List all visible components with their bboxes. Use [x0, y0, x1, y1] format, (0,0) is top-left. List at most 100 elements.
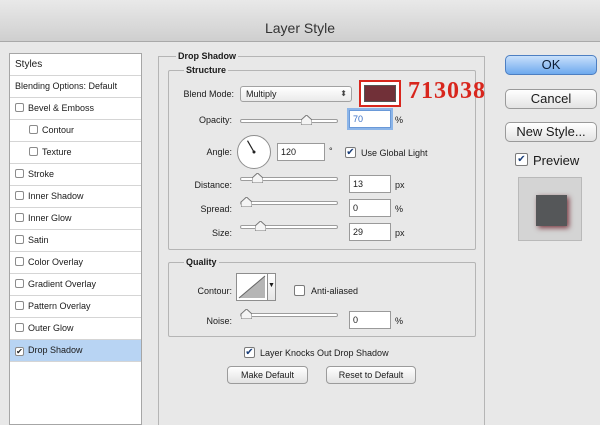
styles-list-item-label: Outer Glow: [28, 323, 74, 333]
checkbox-icon[interactable]: [15, 191, 24, 200]
opacity-field[interactable]: 70: [349, 110, 391, 128]
styles-list-item-label: Inner Shadow: [28, 191, 84, 201]
styles-list-item-label: Blending Options: Default: [15, 81, 118, 91]
distance-unit: px: [395, 180, 405, 190]
window-title: Layer Style: [264, 20, 336, 36]
styles-list-item-blending-options-default[interactable]: Blending Options: Default: [10, 76, 141, 98]
checkbox-icon[interactable]: [15, 103, 24, 112]
shadow-color-swatch-frame: [359, 80, 401, 107]
checkbox-icon[interactable]: [29, 147, 38, 156]
styles-list-item-label: Color Overlay: [28, 257, 84, 267]
styles-list-item-label: Gradient Overlay: [28, 279, 97, 289]
styles-list-item-inner-glow[interactable]: Inner Glow: [10, 208, 141, 230]
checkmark-icon: ✔: [346, 147, 355, 158]
styles-list-item-bevel-emboss[interactable]: Bevel & Emboss: [10, 98, 141, 120]
contour-curve-icon[interactable]: [236, 273, 268, 301]
opacity-slider[interactable]: [240, 115, 338, 125]
opacity-label: Opacity:: [198, 115, 232, 125]
size-unit: px: [395, 228, 405, 238]
angle-dial-icon[interactable]: [237, 135, 271, 169]
checkbox-icon[interactable]: [15, 301, 24, 310]
contour-label: Contour:: [197, 286, 232, 296]
new-style-button[interactable]: New Style...: [505, 122, 597, 142]
shadow-color-swatch[interactable]: [364, 85, 396, 102]
styles-list-item-satin[interactable]: Satin: [10, 230, 141, 252]
slider-thumb-icon[interactable]: [252, 173, 264, 183]
styles-list-item-label: Satin: [28, 235, 49, 245]
styles-list-item-label: Bevel & Emboss: [28, 103, 95, 113]
styles-list-item-label: Pattern Overlay: [28, 301, 91, 311]
contour-dropdown[interactable]: ▼: [268, 273, 276, 301]
size-slider[interactable]: [240, 221, 338, 231]
blend-mode-value: Multiply: [246, 89, 277, 99]
spread-slider[interactable]: [240, 197, 338, 207]
layer-knocks-out-checkbox[interactable]: ✔: [244, 347, 255, 358]
angle-label: Angle:: [206, 147, 232, 157]
checkbox-icon[interactable]: [15, 213, 24, 222]
angle-field[interactable]: 120: [277, 143, 325, 161]
styles-list-item-label: Contour: [42, 125, 75, 135]
layer-style-dialog: Styles Blending Options: Default Bevel & …: [0, 43, 600, 425]
slider-thumb-icon[interactable]: [300, 115, 312, 125]
noise-field[interactable]: 0: [349, 311, 391, 329]
styles-list-header[interactable]: Styles: [10, 54, 141, 76]
reset-to-default-button[interactable]: Reset to Default: [326, 366, 416, 384]
size-field[interactable]: 29: [349, 223, 391, 241]
slider-thumb-icon[interactable]: [241, 309, 252, 319]
size-label: Size:: [211, 228, 232, 238]
layer-knocks-out-label[interactable]: Layer Knocks Out Drop Shadow: [260, 348, 389, 358]
quality-title: Quality: [184, 257, 219, 267]
spread-label: Spread:: [200, 204, 232, 214]
noise-label: Noise:: [206, 316, 232, 326]
noise-slider[interactable]: [240, 309, 338, 319]
checkbox-icon[interactable]: ✔: [15, 347, 24, 356]
checkmark-icon: ✔: [245, 347, 254, 358]
anti-aliased-checkbox[interactable]: [294, 285, 305, 296]
styles-list-item-stroke[interactable]: Stroke: [10, 164, 141, 186]
checkbox-icon[interactable]: [15, 169, 24, 178]
checkbox-icon[interactable]: [15, 235, 24, 244]
styles-list: Styles Blending Options: Default Bevel & …: [9, 53, 142, 425]
use-global-light-checkbox[interactable]: ✔: [345, 147, 356, 158]
slider-thumb-icon[interactable]: [241, 197, 252, 207]
distance-field[interactable]: 13: [349, 175, 391, 193]
distance-label: Distance:: [194, 180, 232, 190]
title-bar: Layer Style: [0, 0, 600, 42]
noise-unit: %: [395, 316, 404, 326]
spread-field[interactable]: 0: [349, 199, 391, 217]
preview-label[interactable]: Preview: [533, 153, 579, 168]
slider-thumb-icon[interactable]: [254, 221, 266, 231]
preview-square: [536, 195, 567, 226]
styles-list-item-contour[interactable]: Contour: [10, 120, 141, 142]
angle-unit: °: [329, 146, 333, 156]
drop-shadow-title: Drop Shadow: [176, 51, 238, 61]
checkbox-icon[interactable]: [15, 323, 24, 332]
blend-mode-select[interactable]: Multiply ⬍: [240, 86, 352, 102]
cancel-button[interactable]: Cancel: [505, 89, 597, 109]
structure-title: Structure: [184, 65, 229, 75]
distance-slider[interactable]: [240, 173, 338, 183]
use-global-light-label[interactable]: Use Global Light: [361, 148, 428, 158]
styles-list-item-texture[interactable]: Texture: [10, 142, 141, 164]
styles-list-item-outer-glow[interactable]: Outer Glow: [10, 318, 141, 340]
styles-list-item-label: Inner Glow: [28, 213, 72, 223]
color-hex-annotation: 713038: [408, 78, 486, 104]
styles-list-item-drop-shadow[interactable]: ✔ Drop Shadow: [10, 340, 141, 362]
styles-list-item-color-overlay[interactable]: Color Overlay: [10, 252, 141, 274]
styles-list-item-pattern-overlay[interactable]: Pattern Overlay: [10, 296, 141, 318]
make-default-button[interactable]: Make Default: [227, 366, 308, 384]
opacity-unit: %: [395, 115, 404, 125]
preview-checkbox[interactable]: ✔: [515, 153, 528, 166]
blend-mode-label: Blend Mode:: [183, 89, 234, 99]
checkbox-icon[interactable]: [15, 257, 24, 266]
styles-list-item-inner-shadow[interactable]: Inner Shadow: [10, 186, 141, 208]
styles-list-item-label: Texture: [42, 147, 72, 157]
checkbox-icon[interactable]: [29, 125, 38, 134]
spread-unit: %: [395, 204, 404, 214]
style-preview: [518, 177, 582, 241]
styles-list-item-label: Drop Shadow: [28, 345, 83, 355]
styles-list-item-gradient-overlay[interactable]: Gradient Overlay: [10, 274, 141, 296]
checkbox-icon[interactable]: [15, 279, 24, 288]
anti-aliased-label[interactable]: Anti-aliased: [311, 286, 358, 296]
ok-button[interactable]: OK: [505, 55, 597, 75]
